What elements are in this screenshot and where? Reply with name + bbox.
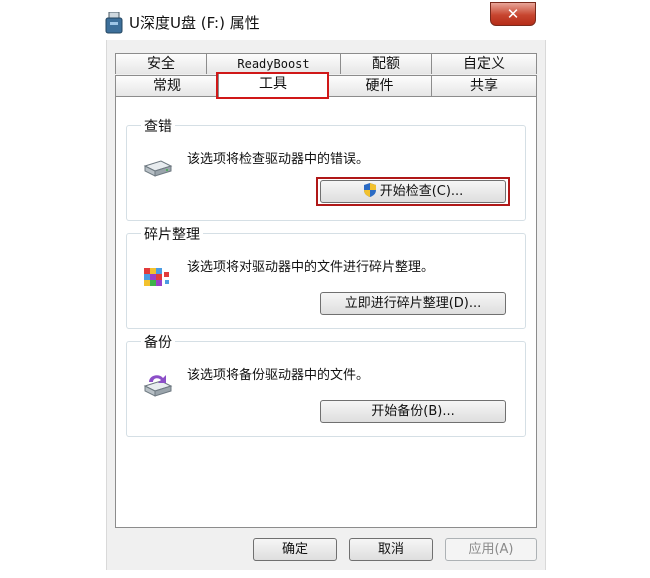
dialog-body: 安全 ReadyBoost 配额 自定义 常规 工具 硬件 共享 查错 该选项将… bbox=[106, 40, 546, 570]
start-backup-button[interactable]: 开始备份(B)... bbox=[320, 400, 506, 423]
defrag-now-button[interactable]: 立即进行碎片整理(D)... bbox=[320, 292, 506, 315]
usb-drive-icon bbox=[105, 12, 123, 34]
error-check-group: 查错 该选项将检查驱动器中的错误。 开始检查(C)... bbox=[126, 116, 526, 221]
drive-icon bbox=[143, 160, 173, 177]
group-title: 查错 bbox=[141, 116, 175, 136]
group-title: 备份 bbox=[141, 332, 175, 352]
properties-window: U深度U盘 (F:) 属性 ✕ 安全 ReadyBoost 配额 自定义 常规 … bbox=[0, 0, 650, 578]
close-button[interactable]: ✕ bbox=[490, 2, 536, 26]
backup-icon bbox=[143, 375, 173, 397]
tab-sharing[interactable]: 共享 bbox=[431, 75, 537, 96]
window-title: U深度U盘 (F:) 属性 bbox=[129, 14, 260, 32]
tab-general[interactable]: 常规 bbox=[115, 75, 219, 96]
defrag-icon bbox=[144, 268, 169, 286]
tab-customize[interactable]: 自定义 bbox=[431, 53, 537, 74]
group-description: 该选项将检查驱动器中的错误。 bbox=[187, 152, 370, 167]
tab-quota[interactable]: 配额 bbox=[340, 53, 432, 74]
tab-tools-highlight bbox=[216, 72, 329, 99]
tab-security[interactable]: 安全 bbox=[115, 53, 207, 74]
defrag-group: 碎片整理 该选项将对驱动器中的文件进行碎片整理。 立即进行碎片整理(D)... bbox=[126, 224, 526, 329]
group-description: 该选项将对驱动器中的文件进行碎片整理。 bbox=[187, 260, 435, 275]
ok-button[interactable]: 确定 bbox=[253, 538, 337, 561]
group-title: 碎片整理 bbox=[141, 224, 203, 244]
tab-readyboost[interactable]: ReadyBoost bbox=[206, 53, 341, 74]
title-bar: U深度U盘 (F:) 属性 ✕ bbox=[95, 0, 540, 40]
cancel-button[interactable]: 取消 bbox=[349, 538, 433, 561]
start-check-highlight bbox=[316, 177, 510, 206]
tab-hardware[interactable]: 硬件 bbox=[327, 75, 432, 96]
tools-panel: 查错 该选项将检查驱动器中的错误。 开始检查(C)... 碎片整理 该选项将对驱… bbox=[115, 96, 537, 528]
apply-button[interactable]: 应用(A) bbox=[445, 538, 537, 561]
close-icon: ✕ bbox=[506, 5, 520, 23]
group-description: 该选项将备份驱动器中的文件。 bbox=[187, 368, 370, 383]
backup-group: 备份 该选项将备份驱动器中的文件。 开始备份(B)... bbox=[126, 332, 526, 437]
